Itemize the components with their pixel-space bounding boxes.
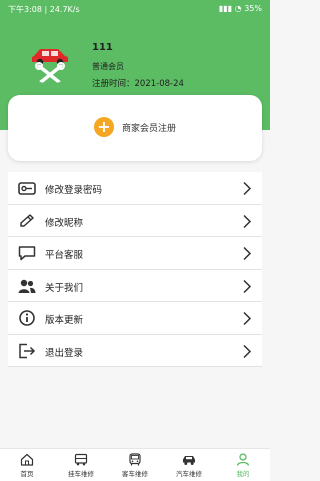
- chevron-right-icon: [243, 279, 252, 293]
- battery-level: 35: [244, 4, 255, 13]
- lock-icon: [18, 182, 36, 195]
- tab-mine[interactable]: 我的: [216, 449, 270, 481]
- avatar[interactable]: [26, 36, 74, 84]
- home-icon: [20, 453, 34, 466]
- signal-icon: ▮▮▮: [218, 4, 233, 13]
- tab-home[interactable]: 首页: [0, 449, 54, 481]
- tab-label: 客车维修: [122, 470, 148, 478]
- tab-label: 挂车维修: [68, 470, 94, 478]
- merchant-register-button[interactable]: + 商家会员注册: [8, 117, 262, 137]
- tab-car-repair[interactable]: 汽车维修: [162, 449, 216, 481]
- car-icon: [183, 456, 195, 465]
- menu-item-change-nickname[interactable]: 修改昵称: [8, 205, 262, 237]
- tab-label: 首页: [20, 470, 34, 478]
- pencil-icon: [20, 213, 34, 227]
- info-icon: [19, 310, 35, 326]
- logout-icon: [19, 343, 36, 358]
- menu-item-label: 版本更新: [45, 315, 84, 326]
- menu-item-label: 关于我们: [45, 282, 84, 294]
- bottom-tab-bar: 首页 挂车维修 客车维修 汽车维修 我的: [0, 448, 270, 481]
- merchant-register-card[interactable]: + 商家会员注册: [8, 95, 262, 161]
- merchant-register-label: 商家会员注册: [121, 123, 176, 134]
- menu-item-label: 修改登录密码: [45, 185, 103, 196]
- settings-menu: 修改登录密码 修改昵称 平台客服 关于我们 版本更新 退出登录: [8, 172, 262, 367]
- menu-item-change-password[interactable]: 修改登录密码: [8, 172, 262, 205]
- chevron-right-icon: [243, 181, 252, 196]
- tab-trailer-repair[interactable]: 挂车维修: [54, 449, 108, 481]
- menu-item-version-update[interactable]: 版本更新: [8, 302, 262, 335]
- menu-item-label: 修改昵称: [45, 217, 84, 229]
- menu-item-label: 平台客服: [45, 250, 84, 261]
- status-right: ▮▮▮ ◔ 35%: [218, 4, 262, 13]
- chevron-right-icon: [243, 214, 252, 228]
- users-icon: [18, 279, 36, 293]
- menu-item-logout[interactable]: 退出登录: [8, 335, 262, 367]
- user-name: 111: [92, 42, 113, 53]
- registration-date: 注册时间：2021-08-24: [92, 79, 184, 89]
- menu-item-customer-service[interactable]: 平台客服: [8, 237, 262, 270]
- tab-bus-repair[interactable]: 客车维修: [108, 449, 162, 481]
- menu-item-label: 退出登录: [45, 347, 84, 359]
- menu-item-about-us[interactable]: 关于我们: [8, 270, 262, 302]
- truck-icon: [74, 453, 88, 466]
- chevron-right-icon: [243, 344, 252, 358]
- plus-icon: +: [93, 117, 114, 137]
- member-level: 普通会员: [92, 62, 124, 71]
- chevron-right-icon: [243, 311, 252, 326]
- chat-icon: [18, 246, 36, 261]
- chevron-right-icon: [243, 246, 252, 261]
- status-bar: 下午3:08 | 24.7K/s ▮▮▮ ◔ 35%: [0, 0, 270, 18]
- car-repair-logo-icon: [26, 36, 74, 84]
- tab-label: 我的: [236, 470, 250, 478]
- wifi-icon: ◔: [234, 4, 242, 13]
- status-left-text: 下午3:08 | 24.7K/s: [8, 5, 80, 14]
- person-icon: [236, 453, 250, 466]
- tab-label: 汽车维修: [176, 470, 202, 478]
- bus-icon: [129, 453, 141, 466]
